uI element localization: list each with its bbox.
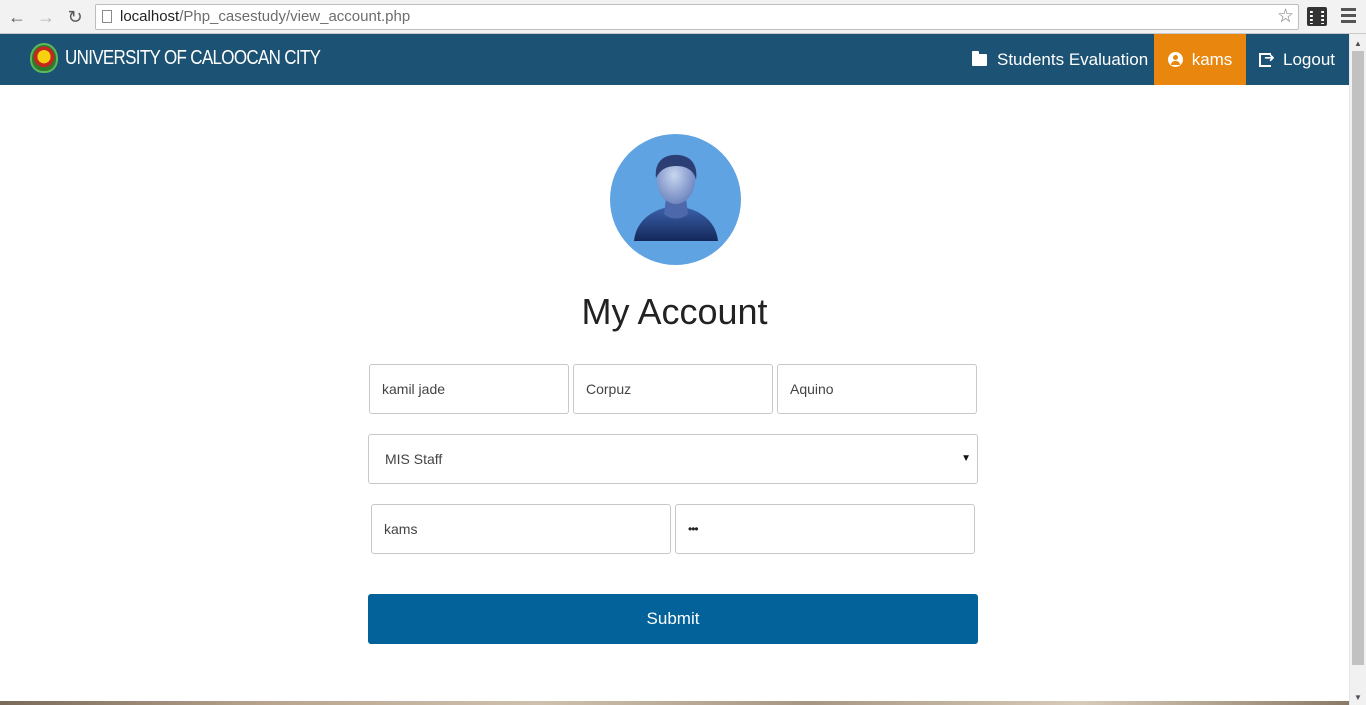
nav-label: Students Evaluation xyxy=(997,49,1149,69)
scroll-up-arrow-icon[interactable]: ▲ xyxy=(1354,39,1362,48)
first-name-input[interactable] xyxy=(369,364,569,414)
password-input[interactable]: ••• xyxy=(675,504,975,554)
nav-students-evaluation[interactable]: Students Evaluation xyxy=(972,34,1148,85)
dropdown-arrow-icon: ▼ xyxy=(961,453,971,464)
user-silhouette-icon xyxy=(634,154,718,241)
folder-open-icon xyxy=(972,50,987,66)
brand[interactable]: UNIVERSITY OF CALOOCAN CITY xyxy=(30,43,365,73)
brand-name: UNIVERSITY OF CALOOCAN CITY xyxy=(65,46,321,69)
nav-logout[interactable]: Logout xyxy=(1259,34,1335,85)
address-bar[interactable]: localhost/Php_casestudy/view_account.php… xyxy=(95,4,1299,30)
submit-button[interactable]: Submit xyxy=(368,594,978,644)
user-circle-icon xyxy=(1167,52,1183,67)
vertical-scrollbar[interactable]: ▲ ▼ xyxy=(1349,34,1366,705)
bottom-strip xyxy=(0,701,1349,705)
sign-out-icon xyxy=(1259,50,1275,67)
film-extension-icon[interactable] xyxy=(1307,7,1327,26)
last-name-input[interactable] xyxy=(573,364,773,414)
username-input[interactable] xyxy=(371,504,671,554)
nav-user-account[interactable]: kams xyxy=(1154,34,1246,85)
page-title: My Account xyxy=(581,291,768,332)
browser-toolbar: ← → ↻ localhost/Php_casestudy/view_accou… xyxy=(0,0,1366,34)
url-path: /Php_casestudy/view_account.php xyxy=(179,8,411,25)
forward-arrow-icon[interactable]: → xyxy=(34,5,58,29)
top-navbar: UNIVERSITY OF CALOOCAN CITY Students Eva… xyxy=(0,34,1349,85)
role-select[interactable]: MIS Staff ▼ xyxy=(368,434,978,484)
reload-icon[interactable]: ↻ xyxy=(63,5,87,29)
middle-name-input[interactable] xyxy=(777,364,977,414)
scroll-thumb[interactable] xyxy=(1352,51,1364,665)
nav-label: Logout xyxy=(1283,49,1335,69)
page-icon xyxy=(102,10,112,23)
bookmark-star-icon[interactable]: ☆ xyxy=(1277,5,1294,29)
user-avatar xyxy=(610,134,741,265)
university-seal-logo xyxy=(30,43,58,73)
scroll-down-arrow-icon[interactable]: ▼ xyxy=(1354,693,1362,702)
nav-label: kams xyxy=(1191,49,1233,69)
back-arrow-icon[interactable]: ← xyxy=(5,5,29,29)
browser-menu-icon[interactable] xyxy=(1341,8,1356,25)
role-select-value: MIS Staff xyxy=(385,451,443,467)
url-host: localhost xyxy=(120,8,180,25)
